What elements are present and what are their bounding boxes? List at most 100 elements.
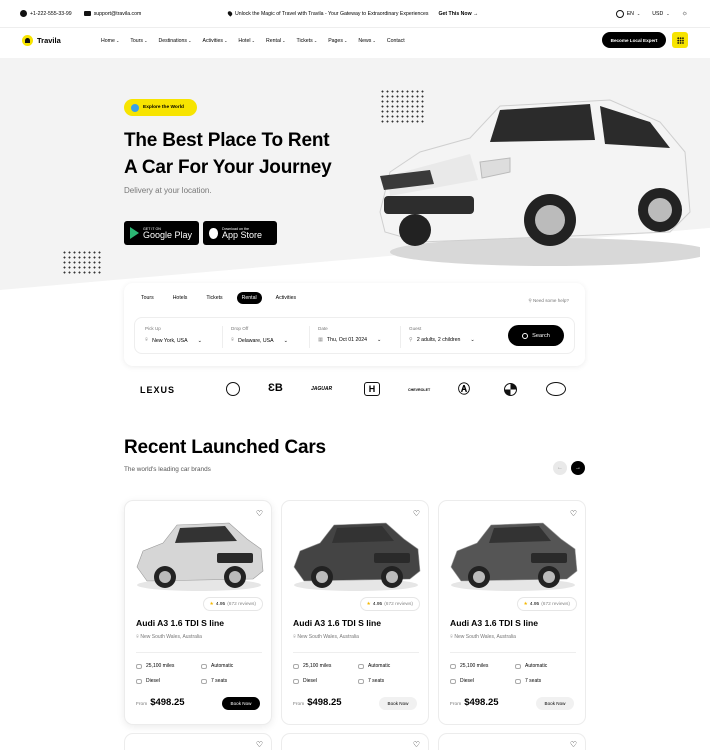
chevron-down-icon: ⌄ (377, 337, 382, 343)
car-location: ⌾ New South Wales, Australia (293, 634, 359, 640)
pickup-field[interactable]: Pick Up ⌾ New York, USA ⌄ (145, 326, 202, 344)
car-card-partial: ♡ (438, 733, 586, 750)
fuel-icon (293, 678, 299, 684)
divider (450, 652, 576, 653)
nav-item-contact[interactable]: Contact (387, 38, 405, 44)
nav-item-hotel[interactable]: Hotel ⌄ (238, 38, 255, 44)
brand-logo-bmw[interactable] (504, 383, 517, 396)
heart-icon[interactable]: ♡ (570, 509, 577, 518)
brand-logo-honda[interactable]: H (364, 382, 380, 396)
star-icon: ★ (366, 601, 371, 607)
date-field[interactable]: Date ▦ Thu, Oct 01 2024 ⌄ (318, 326, 381, 343)
chevron-down-icon: ⌄ (283, 337, 288, 344)
price: From $498.25 (136, 697, 185, 708)
brand-logo-acura[interactable]: Ⓐ (458, 380, 470, 397)
logo[interactable]: Travila (22, 35, 61, 46)
search-icon (522, 332, 529, 339)
calendar-icon: ▦ (318, 337, 323, 343)
explore-badge: Explore the World (124, 99, 197, 116)
language-select[interactable]: EN ⌄ (615, 9, 640, 18)
nav-item-news[interactable]: News ⌄ (358, 38, 375, 44)
book-now-button[interactable]: Book Now (536, 697, 574, 710)
top-bar: +1-222-555-33-99 support@travila.com Unl… (0, 0, 710, 28)
search-button[interactable]: Search (508, 325, 564, 346)
car-image (450, 522, 578, 591)
brand-logo-mercedes[interactable] (226, 382, 240, 396)
chevron-down-icon: ⌄ (342, 38, 348, 43)
chevron-down-icon: ⌄ (222, 38, 228, 43)
location-icon: ⌾ (231, 337, 235, 343)
seats: 7 seats (515, 678, 541, 684)
rating-badge: ★ 4.95 (672 reviews) (516, 597, 577, 611)
promo-link[interactable]: Get This Now → (438, 11, 478, 17)
car-card[interactable]: ♡ ★ 4.95 (672 reviews) Audi A3 1.6 TDI S l… (438, 500, 586, 725)
car-name[interactable]: Audi A3 1.6 TDI S line (450, 618, 538, 628)
menu-grid-button[interactable] (672, 32, 688, 48)
fuel-type: Diesel (136, 678, 160, 684)
hero-subtitle: Delivery at your location. (124, 186, 212, 195)
become-local-expert-button[interactable]: Become Local Expert (602, 32, 666, 48)
next-arrow-button[interactable]: → (571, 461, 585, 475)
book-now-button[interactable]: Book Now (379, 697, 417, 710)
prev-arrow-button[interactable]: ← (553, 461, 567, 475)
tab-activities[interactable]: Activities (271, 292, 301, 304)
brand-logo-toyota[interactable] (546, 382, 566, 396)
car-card[interactable]: ♡ ★ 4.95 (672 reviews) Audi A3 1.6 TDI S l… (124, 500, 272, 725)
nav-item-tickets[interactable]: Tickets ⌄ (296, 38, 317, 44)
currency-select[interactable]: USD ⌄ (652, 11, 669, 17)
heart-icon[interactable]: ♡ (413, 740, 420, 749)
nav-item-activities[interactable]: Activities ⌄ (202, 38, 227, 44)
car-name[interactable]: Audi A3 1.6 TDI S line (136, 618, 224, 628)
heart-icon[interactable]: ♡ (256, 740, 263, 749)
globe-icon (131, 103, 139, 112)
heart-icon[interactable]: ♡ (256, 509, 263, 518)
nav-item-rental[interactable]: Rental ⌄ (266, 38, 285, 44)
brand-logo-bugatti[interactable]: ƐB (268, 382, 283, 394)
transmission: Automatic (515, 663, 547, 669)
email-contact[interactable]: support@travila.com (83, 11, 141, 17)
price: From $498.25 (450, 697, 499, 708)
car-image (293, 522, 421, 591)
phone-contact[interactable]: +1-222-555-33-99 (20, 10, 72, 17)
brand-logo-lexus[interactable]: LEXUS (140, 385, 175, 395)
nav-item-home[interactable]: Home ⌄ (101, 38, 119, 44)
dropoff-field[interactable]: Drop Off ⌾ Delaware, USA ⌄ (231, 326, 288, 344)
mail-icon (83, 11, 91, 16)
nav-item-pages[interactable]: Pages ⌄ (328, 38, 347, 44)
brand-logo-jaguar[interactable]: JAGUAR (311, 386, 332, 392)
google-play-button[interactable]: GET IT ON Google Play (124, 221, 199, 245)
nav-item-destinations[interactable]: Destinations ⌄ (158, 38, 191, 44)
fuel-icon (450, 678, 456, 684)
theme-toggle-sun-icon[interactable]: ☼ (682, 10, 688, 17)
car-name[interactable]: Audi A3 1.6 TDI S line (293, 618, 381, 628)
car-location: ⌾ New South Wales, Australia (450, 634, 516, 640)
transmission: Automatic (201, 663, 233, 669)
tab-tours[interactable]: Tours (136, 292, 159, 304)
brand-logos: LEXUS ƐB JAGUAR H CHEVROLET Ⓐ (138, 380, 578, 400)
car-image (136, 522, 264, 591)
heart-icon[interactable]: ♡ (570, 740, 577, 749)
tab-hotels[interactable]: Hotels (168, 292, 193, 304)
dot-pattern (62, 250, 102, 276)
fuel-icon (136, 678, 142, 684)
chevron-down-icon: ⌄ (281, 38, 286, 43)
guest-field[interactable]: Guest ⚲ 2 adults, 2 children ⌄ (409, 326, 475, 343)
chevron-down-icon: ⌄ (666, 11, 670, 16)
chevron-down-icon: ⌄ (250, 38, 256, 43)
search-card: Tours Hotels Tickets Rental Activities ⚲ Nee… (124, 283, 585, 366)
tab-tickets[interactable]: Tickets (201, 292, 227, 304)
seat-icon (358, 678, 364, 684)
heart-icon[interactable]: ♡ (413, 509, 420, 518)
tab-rental[interactable]: Rental (236, 292, 262, 304)
seats: 7 seats (201, 678, 227, 684)
star-icon: ★ (523, 601, 528, 607)
book-now-button[interactable]: Book Now (222, 697, 260, 710)
app-store-button[interactable]: Download on the App Store (203, 221, 277, 245)
chevron-down-icon: ⌄ (371, 38, 376, 43)
search-fields: Pick Up ⌾ New York, USA ⌄ Drop Off ⌾ Delawa… (134, 317, 575, 354)
nav-item-tours[interactable]: Tours ⌄ (130, 38, 147, 44)
transmission: Automatic (358, 663, 390, 669)
car-card[interactable]: ♡ ★ 4.95 (672 reviews) Audi A3 1.6 TDI S l… (281, 500, 429, 725)
help-link[interactable]: ⚲ Need some help? (528, 298, 569, 304)
brand-logo-chevrolet[interactable]: CHEVROLET (408, 388, 430, 392)
